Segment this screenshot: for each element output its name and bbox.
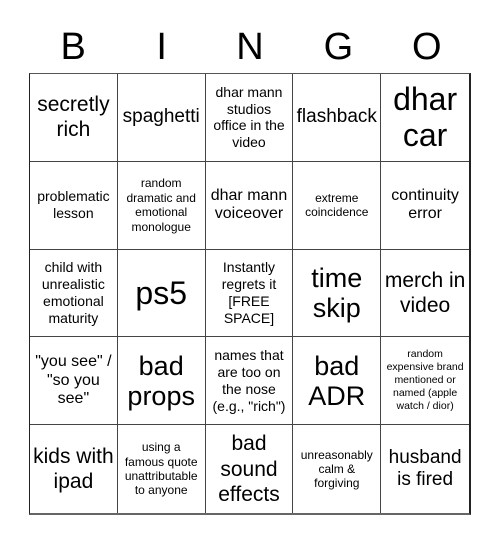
- bingo-cell-r3c4[interactable]: time skip: [293, 249, 382, 338]
- bingo-board: secretly rich spaghetti dhar mann studio…: [29, 73, 471, 515]
- bingo-cell-r3c5[interactable]: merch in video: [381, 250, 469, 338]
- bingo-cell-r1c2[interactable]: spaghetti: [117, 74, 206, 162]
- bingo-cell-r4c2[interactable]: bad props: [117, 337, 206, 426]
- bingo-cell-r1c3[interactable]: dhar mann studios office in the video: [205, 74, 294, 162]
- header-letter-g: G: [323, 26, 354, 68]
- bingo-cell-r1c5[interactable]: dhar car: [381, 74, 469, 162]
- bingo-cell-r4c3[interactable]: names that are too on the nose (e.g., "r…: [205, 337, 294, 426]
- header-letter-i: I: [156, 26, 167, 68]
- bingo-cell-r5c5[interactable]: husband is fired: [381, 425, 469, 513]
- bingo-cell-r1c1[interactable]: secretly rich: [30, 74, 118, 162]
- bingo-cell-r3c1[interactable]: child with unrealistic emotional maturit…: [30, 249, 118, 338]
- header-letter-o: O: [412, 26, 442, 68]
- bingo-cell-r2c4[interactable]: extreme coincidence: [293, 161, 382, 250]
- bingo-cell-r5c3[interactable]: bad sound effects: [206, 425, 294, 513]
- bingo-header: B I N G O: [29, 22, 471, 72]
- bingo-cell-r1c4[interactable]: flashback: [293, 74, 382, 162]
- bingo-cell-r5c1[interactable]: kids with ipad: [30, 425, 118, 513]
- bingo-cell-r5c2[interactable]: using a famous quote unattributable to a…: [118, 425, 206, 513]
- bingo-cell-r4c5[interactable]: random expensive brand mentioned or name…: [381, 337, 469, 426]
- free-space-cell[interactable]: Instantly regrets it [FREE SPACE]: [205, 249, 294, 338]
- header-letter-n: N: [236, 26, 264, 68]
- bingo-cell-r2c2[interactable]: random dramatic and emotional monologue: [117, 161, 206, 250]
- bingo-cell-r3c2[interactable]: ps5: [117, 249, 206, 338]
- bingo-cell-r2c1[interactable]: problematic lesson: [30, 161, 118, 250]
- header-letter-b: B: [60, 26, 86, 68]
- bingo-cell-r2c5[interactable]: continuity error: [381, 162, 469, 250]
- bingo-cell-r2c3[interactable]: dhar mann voiceover: [205, 161, 294, 250]
- bingo-cell-r4c4[interactable]: bad ADR: [293, 337, 382, 426]
- bingo-cell-r4c1[interactable]: "you see" / "so you see": [30, 337, 118, 426]
- bingo-cell-r5c4[interactable]: unreasonably calm & forgiving: [293, 425, 382, 513]
